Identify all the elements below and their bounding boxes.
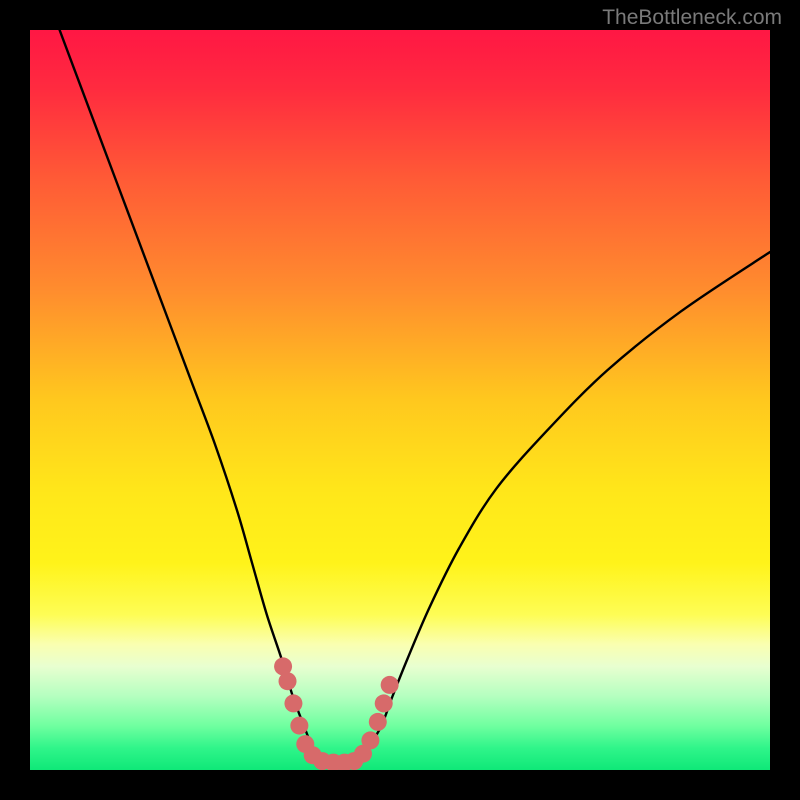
highlight-dot: [375, 694, 393, 712]
chart-svg: [30, 30, 770, 770]
chart-background: [30, 30, 770, 770]
highlight-dot: [381, 676, 399, 694]
highlight-dot: [369, 713, 387, 731]
highlight-dot: [284, 694, 302, 712]
highlight-dot: [290, 717, 308, 735]
watermark-text: TheBottleneck.com: [602, 6, 782, 30]
highlight-dot: [361, 731, 379, 749]
highlight-dot: [279, 672, 297, 690]
chart-frame: [30, 30, 770, 770]
